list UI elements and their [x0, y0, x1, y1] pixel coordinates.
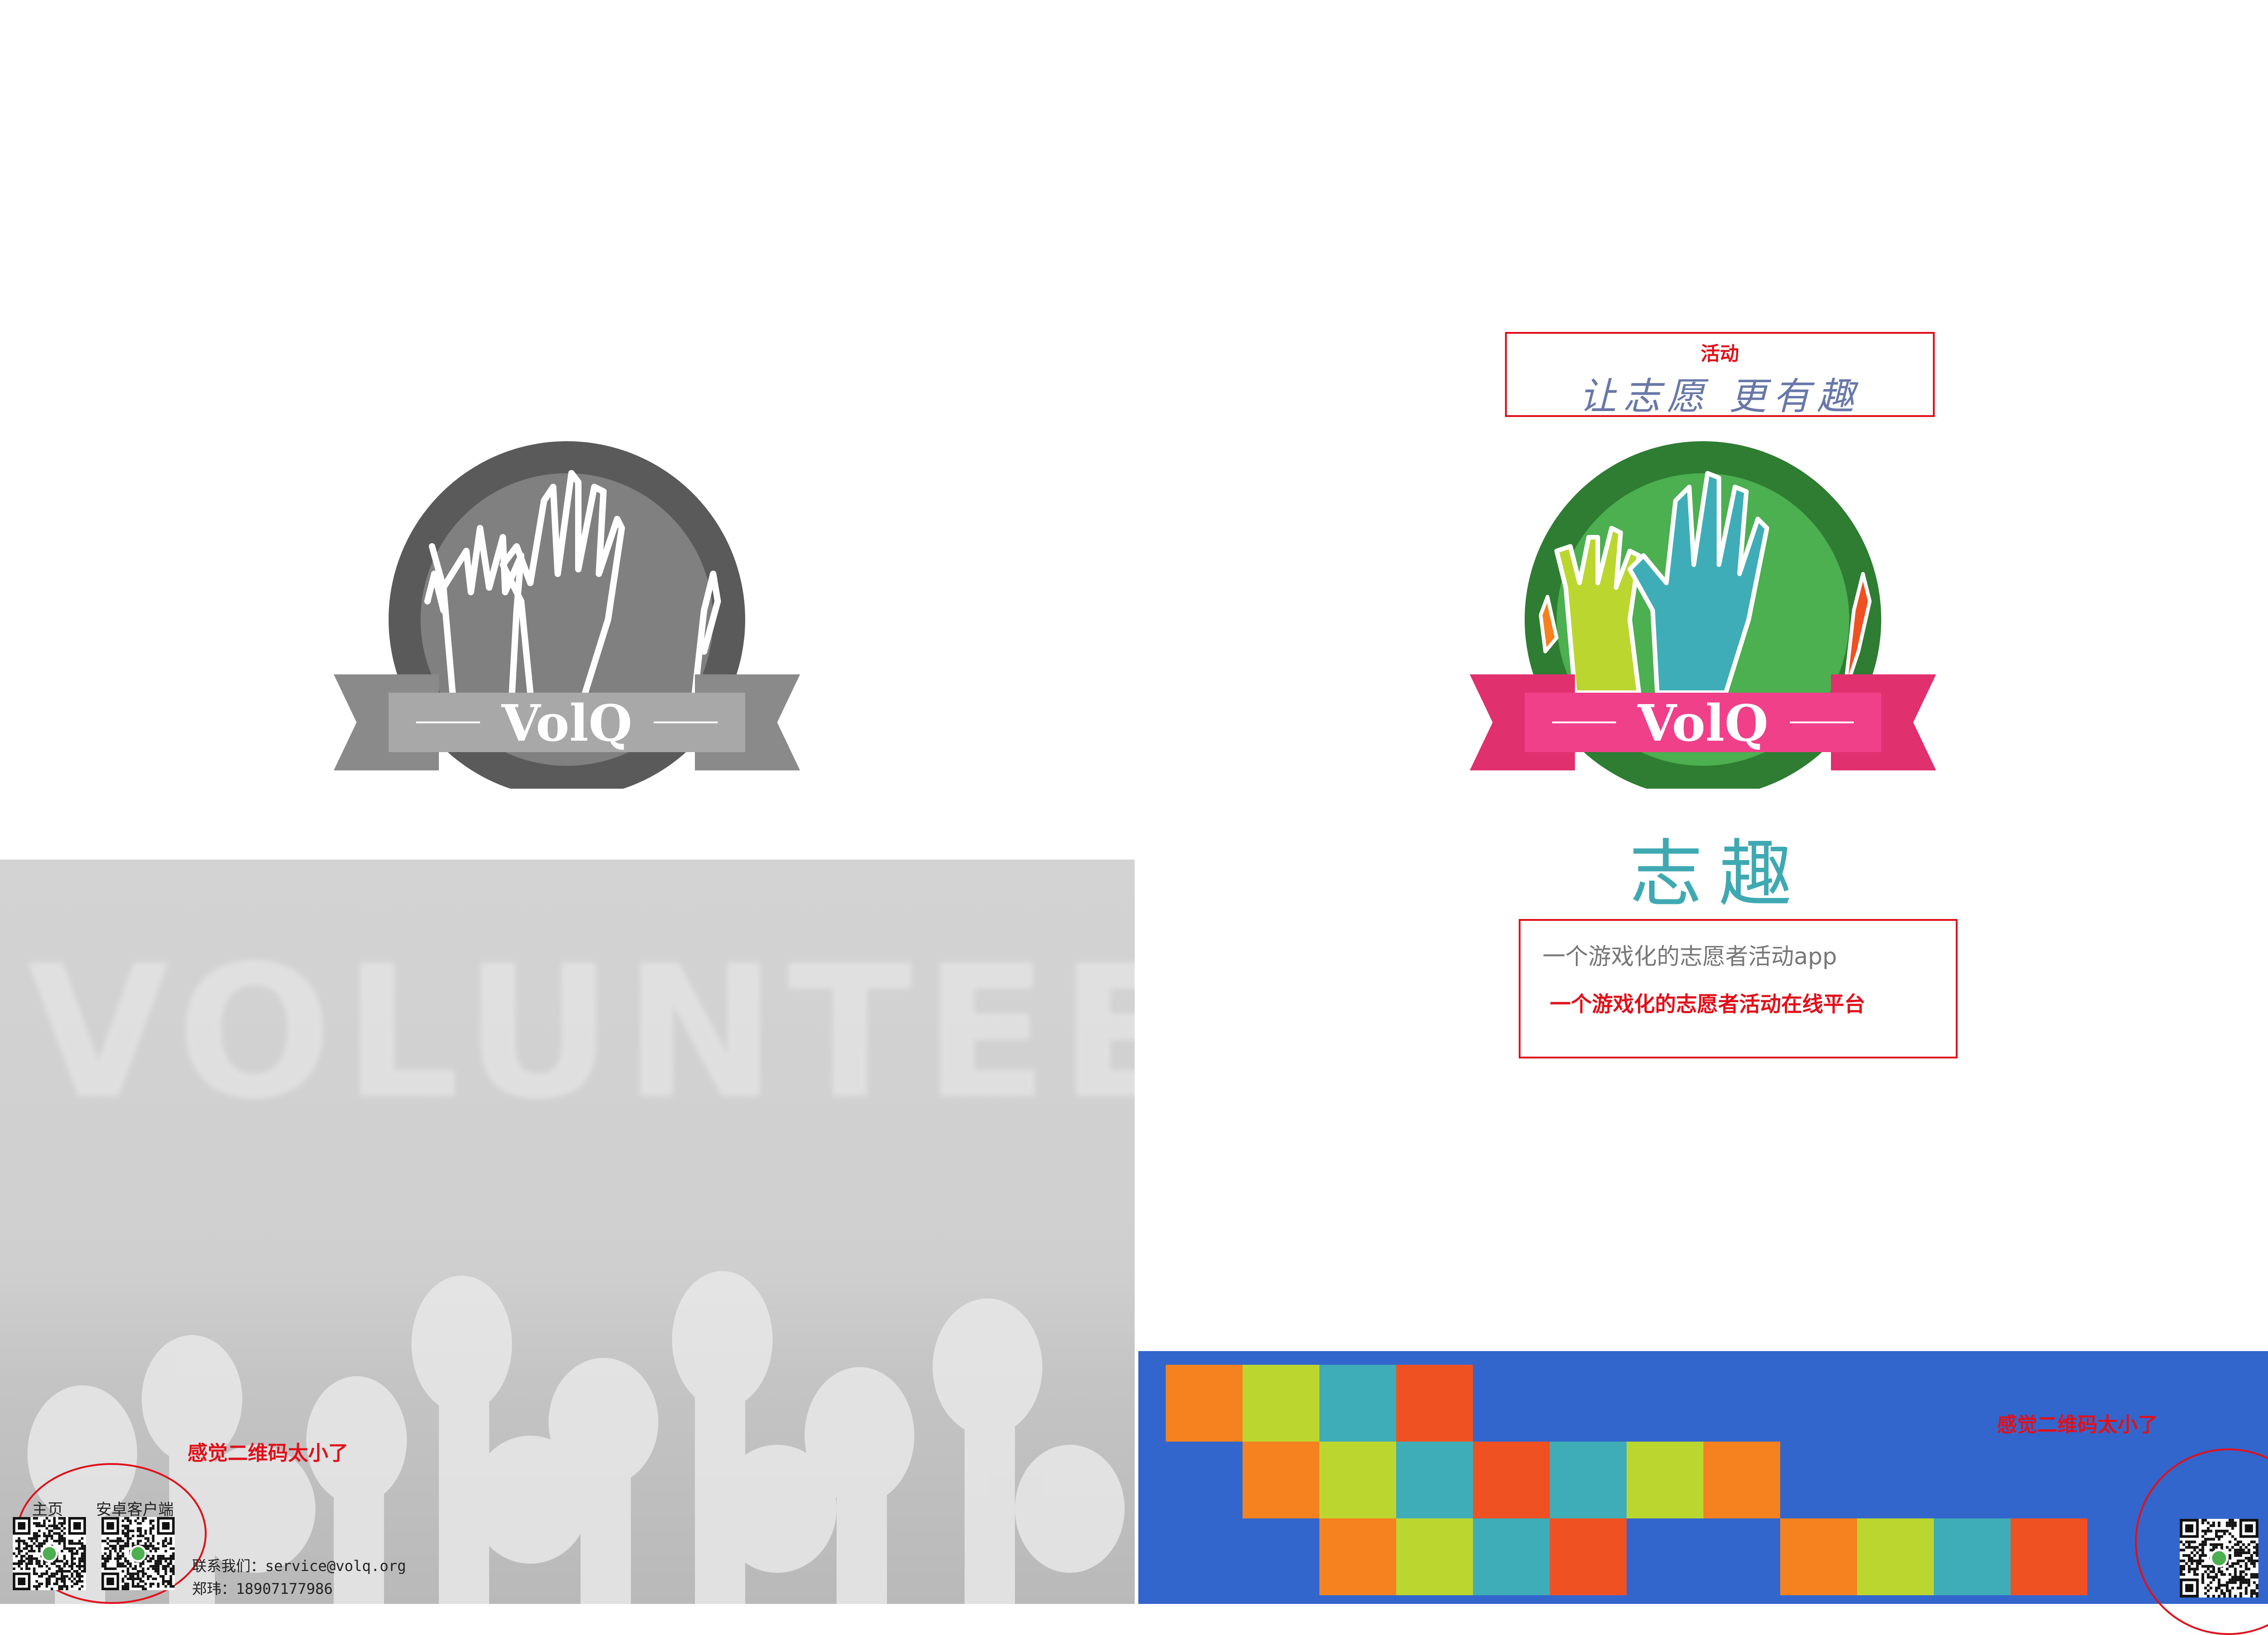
color-tile [1396, 1365, 1473, 1442]
color-tile [2011, 1518, 2087, 1595]
color-tile [1396, 1442, 1473, 1518]
volq-logo-color: VolQ [1470, 441, 1936, 789]
qr-home-label: 主页 [32, 1501, 63, 1519]
color-tile [1243, 1365, 1319, 1442]
color-tile [1473, 1518, 1550, 1595]
gray-logo-text: VolQ [501, 694, 632, 753]
slogan: 让志愿 更有趣 [1579, 375, 1861, 418]
slogan-annotation: 活动 [1700, 342, 1739, 365]
contact-email: 联系我们：service@volq.org [192, 1557, 406, 1575]
contact-phone: 郑玮：18907177986 [192, 1580, 333, 1598]
tagline: 一个游戏化的志愿者活动app [1542, 943, 1837, 970]
color-tile-band [1138, 1351, 2268, 1604]
qr-code-icon[interactable] [101, 1517, 175, 1590]
review-note-qr-too-small: 感觉二维码太小了 [1997, 1413, 2158, 1437]
brand-name: 志趣 [1629, 831, 1809, 917]
color-tile [1319, 1442, 1396, 1518]
color-tile [1780, 1518, 1857, 1595]
volq-logo-gray: VolQ [334, 441, 800, 789]
color-tile [1627, 1442, 1703, 1518]
color-tile [1550, 1518, 1627, 1595]
color-tile [1934, 1518, 2011, 1595]
color-tile [1396, 1518, 1473, 1595]
color-tile [1857, 1518, 1934, 1595]
qr-code-icon[interactable] [2180, 1519, 2258, 1598]
qr-android-label: 安卓客户端 [96, 1501, 174, 1519]
color-tile [1319, 1518, 1396, 1595]
tagline-revision: 一个游戏化的志愿者活动在线平台 [1550, 992, 1865, 1016]
color-tile [1473, 1442, 1550, 1518]
color-tile [1319, 1365, 1396, 1442]
review-note-qr-too-small: 感觉二维码太小了 [187, 1442, 348, 1465]
color-tile [1243, 1442, 1319, 1518]
color-tile [1550, 1442, 1627, 1518]
color-tile [1166, 1365, 1243, 1442]
color-tile [1703, 1442, 1780, 1518]
qr-code-icon[interactable] [13, 1517, 86, 1590]
color-logo-text: VolQ [1637, 694, 1768, 753]
